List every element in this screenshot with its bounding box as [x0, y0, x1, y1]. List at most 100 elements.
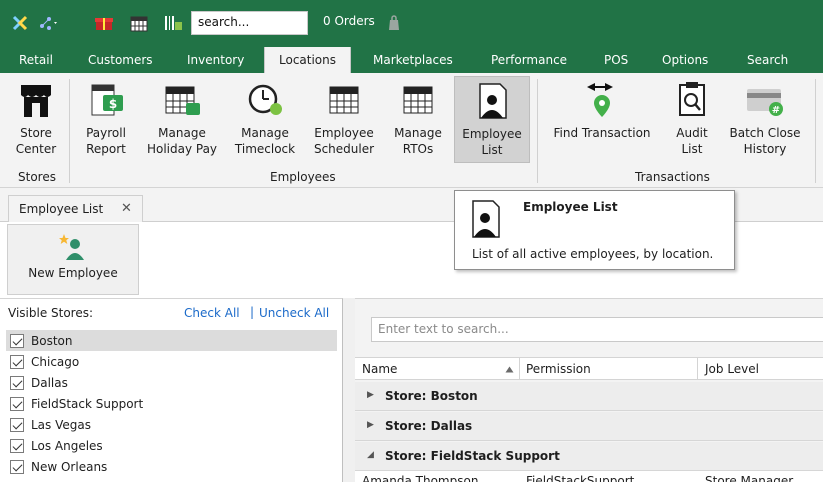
- store-checkbox[interactable]: [10, 333, 24, 348]
- store-list: Boston Chicago Dallas FieldStack Support…: [6, 330, 337, 477]
- new-employee-label: New Employee: [28, 266, 118, 280]
- column-separator[interactable]: [697, 358, 698, 380]
- grid-header: Name Permission Job Level: [355, 357, 823, 380]
- store-center-label: Store Center: [15, 126, 57, 156]
- tooltip: Employee List List of all active employe…: [454, 190, 735, 270]
- find-transaction-button[interactable]: Find Transaction: [546, 73, 658, 141]
- cell-name: Amanda Thompson: [362, 474, 479, 482]
- store-item[interactable]: Chicago: [6, 351, 337, 372]
- tab-customers[interactable]: Customers: [88, 53, 153, 67]
- svg-text:#: #: [772, 105, 780, 116]
- visible-stores-panel: Visible Stores: Check All | Uncheck All …: [0, 298, 343, 482]
- expand-arrow-icon[interactable]: ▶: [367, 420, 374, 430]
- audit-list-button[interactable]: Audit List: [668, 73, 716, 157]
- store-checkbox[interactable]: [10, 375, 24, 390]
- barcode-icon[interactable]: [162, 12, 184, 34]
- grid-search-input[interactable]: Enter text to search...: [371, 317, 823, 342]
- store-item[interactable]: Las Vegas: [6, 414, 337, 435]
- store-item[interactable]: New Orleans: [6, 456, 337, 477]
- audit-list-icon: [679, 82, 705, 116]
- ribbon: Store Center $ Payroll Report Manage Hol…: [0, 73, 823, 188]
- group-row-label: Store: FieldStack Support: [385, 449, 560, 463]
- tab-locations[interactable]: Locations: [264, 47, 352, 73]
- tab-pos[interactable]: POS: [604, 53, 628, 67]
- store-checkbox[interactable]: [10, 417, 24, 432]
- ribbon-separator: [815, 79, 816, 183]
- sort-ascending-icon[interactable]: [505, 366, 514, 373]
- employee-list-label: Employee List: [462, 127, 522, 157]
- store-label: Las Vegas: [31, 417, 91, 432]
- timeclock-icon: [248, 84, 282, 115]
- column-header-permission[interactable]: Permission: [526, 362, 591, 376]
- app-logo-icon[interactable]: [10, 12, 30, 34]
- store-label: FieldStack Support: [31, 396, 144, 411]
- store-label: New Orleans: [31, 459, 108, 474]
- tab-inventory[interactable]: Inventory: [187, 53, 244, 67]
- uncheck-all-link[interactable]: Uncheck All: [259, 306, 329, 320]
- payroll-report-label: Payroll Report: [86, 126, 126, 156]
- batch-close-history-button[interactable]: # Batch Close History: [724, 73, 806, 157]
- column-header-job-level[interactable]: Job Level: [705, 362, 759, 376]
- svg-text:$: $: [109, 97, 117, 111]
- tooltip-description: List of all active employees, by locatio…: [472, 247, 714, 261]
- calendar-icon[interactable]: [128, 12, 150, 34]
- group-row-fieldstack-support[interactable]: ◢ Store: FieldStack Support: [355, 442, 823, 471]
- store-checkbox[interactable]: [10, 396, 24, 411]
- group-row-dallas[interactable]: ▶ Store: Dallas: [355, 412, 823, 441]
- table-row[interactable]: Amanda Thompson FieldStackSupport Store …: [355, 471, 823, 482]
- visible-stores-heading: Visible Stores:: [8, 306, 94, 320]
- employee-list-icon: [472, 200, 500, 238]
- employee-list-icon: [479, 83, 507, 119]
- new-employee-icon: [59, 234, 84, 260]
- store-center-button[interactable]: Store Center: [11, 73, 61, 157]
- tab-marketplaces[interactable]: Marketplaces: [373, 53, 453, 67]
- column-separator[interactable]: [519, 358, 520, 380]
- store-checkbox[interactable]: [10, 438, 24, 453]
- manage-holiday-pay-button[interactable]: Manage Holiday Pay: [143, 73, 221, 157]
- expand-arrow-icon[interactable]: ▶: [367, 390, 374, 400]
- column-header-name[interactable]: Name: [362, 362, 397, 376]
- store-item[interactable]: Los Angeles: [6, 435, 337, 456]
- link-separator: |: [250, 305, 255, 319]
- employee-scheduler-label: Employee Scheduler: [313, 126, 375, 156]
- orders-bag-icon[interactable]: [387, 15, 401, 34]
- store-item[interactable]: FieldStack Support: [6, 393, 337, 414]
- manage-timeclock-label: Manage Timeclock: [234, 126, 296, 156]
- tab-options[interactable]: Options: [662, 53, 708, 67]
- close-icon[interactable]: ✕: [121, 201, 132, 216]
- payroll-report-icon: $: [91, 84, 123, 116]
- audit-list-label: Audit List: [676, 126, 708, 156]
- share-dropdown-icon[interactable]: [38, 12, 60, 34]
- group-row-label: Store: Dallas: [385, 419, 473, 433]
- store-label: Chicago: [31, 354, 80, 369]
- store-checkbox[interactable]: [10, 459, 24, 474]
- store-item[interactable]: Boston: [6, 330, 337, 351]
- tab-search[interactable]: Search: [747, 53, 788, 67]
- new-employee-button[interactable]: New Employee: [7, 224, 139, 295]
- employee-list-button[interactable]: Employee List: [454, 76, 530, 163]
- payroll-report-button[interactable]: $ Payroll Report: [80, 73, 132, 157]
- group-label-employees: Employees: [270, 170, 336, 184]
- tab-performance[interactable]: Performance: [491, 53, 567, 67]
- store-item[interactable]: Dallas: [6, 372, 337, 393]
- store-checkbox[interactable]: [10, 354, 24, 369]
- collapse-arrow-icon[interactable]: ◢: [367, 450, 374, 460]
- check-all-link[interactable]: Check All: [184, 306, 240, 320]
- group-row-boston[interactable]: ▶ Store: Boston: [355, 382, 823, 411]
- manage-rtos-label: Manage RTOs: [394, 126, 442, 156]
- employee-grid: Enter text to search... Name Permission …: [355, 298, 823, 482]
- doc-tab-employee-list[interactable]: Employee List ✕: [8, 195, 143, 222]
- global-search-input[interactable]: search...: [191, 11, 308, 35]
- orders-count[interactable]: 0 Orders: [323, 14, 375, 28]
- group-label-stores: Stores: [18, 170, 56, 184]
- ribbon-separator: [537, 79, 538, 183]
- manage-timeclock-button[interactable]: Manage Timeclock: [231, 73, 299, 157]
- rto-calendar-icon: [403, 86, 433, 114]
- employee-scheduler-button[interactable]: Employee Scheduler: [309, 73, 379, 157]
- tab-retail[interactable]: Retail: [19, 53, 53, 67]
- store-label: Boston: [31, 333, 73, 348]
- gift-icon[interactable]: [93, 12, 115, 34]
- manage-rtos-button[interactable]: Manage RTOs: [389, 73, 447, 157]
- panel-splitter[interactable]: [343, 298, 355, 482]
- store-label: Los Angeles: [31, 438, 103, 453]
